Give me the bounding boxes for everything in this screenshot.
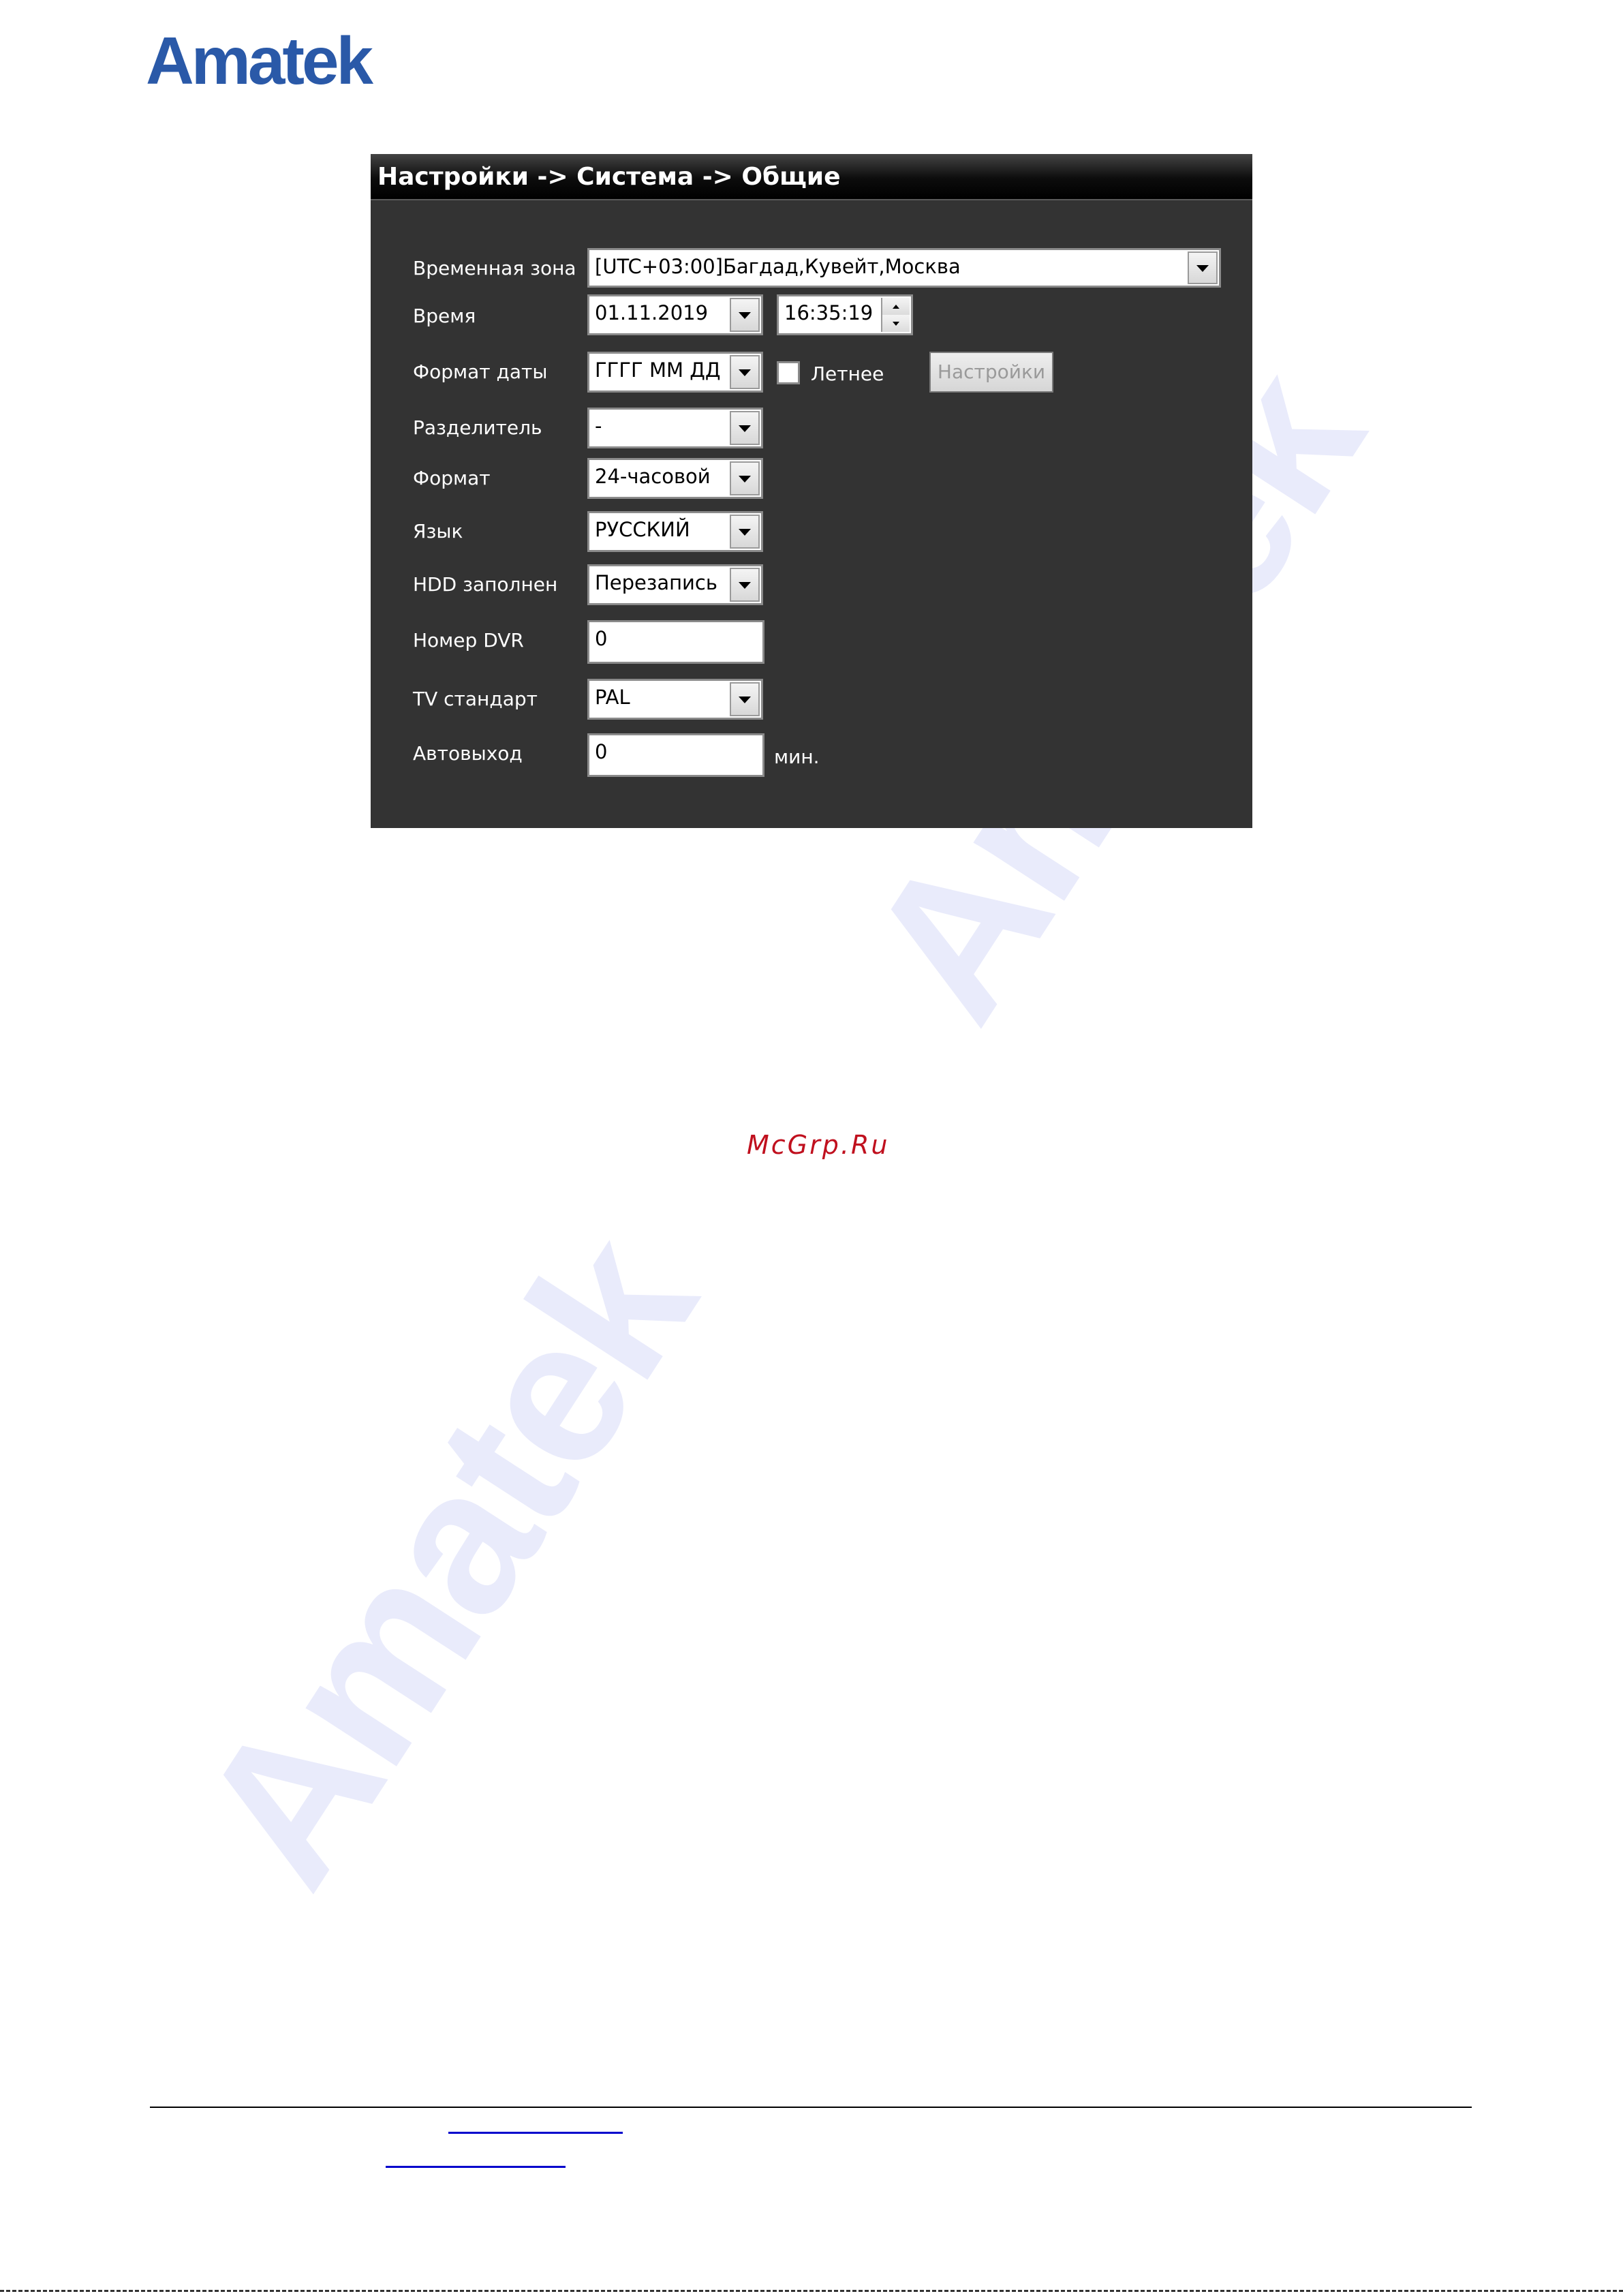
auto-logout-label: Автовыход xyxy=(413,742,523,765)
amatek-logo: Amatek xyxy=(146,23,373,98)
date-format-select[interactable]: ГГГГ ММ ДД xyxy=(587,352,763,393)
date-picker[interactable]: 01.11.2019 xyxy=(587,294,763,335)
chevron-down-icon[interactable] xyxy=(730,568,760,602)
separator-value: - xyxy=(595,414,602,438)
time-format-select[interactable]: 24-часовой xyxy=(587,458,763,499)
chevron-down-icon[interactable] xyxy=(730,682,760,716)
chevron-down-icon[interactable] xyxy=(730,411,760,445)
dst-settings-button[interactable]: Настройки xyxy=(929,352,1053,393)
time-format-value: 24-часовой xyxy=(595,465,711,488)
dvr-number-value: 0 xyxy=(595,627,608,650)
hdd-full-select[interactable]: Перезапись xyxy=(587,564,763,605)
chevron-down-icon[interactable] xyxy=(730,355,760,389)
watermark: Amatek xyxy=(155,1199,737,1923)
spin-down-icon[interactable] xyxy=(882,315,910,332)
timezone-value: [UTC+03:00]Багдад,Кувейт,Москва xyxy=(595,255,961,278)
chevron-down-icon[interactable] xyxy=(1188,251,1218,284)
footer-link-underline[interactable] xyxy=(448,2132,623,2134)
footer-link-underline[interactable] xyxy=(386,2166,566,2168)
clock-value: 16:35:19 xyxy=(784,301,874,324)
source-mark: McGrp.Ru xyxy=(747,1130,890,1160)
dst-checkbox[interactable] xyxy=(777,361,800,384)
date-format-label: Формат даты xyxy=(413,361,548,383)
language-value: РУССКИЙ xyxy=(595,518,690,541)
spinner-buttons xyxy=(881,298,910,332)
dvr-number-input[interactable]: 0 xyxy=(587,620,764,664)
tv-standard-label: TV стандарт xyxy=(413,688,538,710)
separator-select[interactable]: - xyxy=(587,408,763,448)
time-label: Время xyxy=(413,305,476,327)
hdd-full-label: HDD заполнен xyxy=(413,573,558,596)
footer-divider xyxy=(150,2107,1472,2108)
auto-logout-input[interactable]: 0 xyxy=(587,733,764,777)
date-format-value: ГГГГ ММ ДД xyxy=(595,358,721,382)
date-value: 01.11.2019 xyxy=(595,301,709,324)
tv-standard-select[interactable]: PAL xyxy=(587,679,763,720)
language-label: Язык xyxy=(413,520,463,542)
tv-standard-value: PAL xyxy=(595,686,630,709)
chevron-down-icon[interactable] xyxy=(730,515,760,549)
timezone-label: Временная зона xyxy=(413,257,576,279)
spin-up-icon[interactable] xyxy=(882,298,910,316)
auto-logout-unit: мин. xyxy=(774,746,820,768)
settings-panel: Настройки -> Система -> Общие Временная … xyxy=(371,154,1252,828)
chevron-down-icon[interactable] xyxy=(730,298,760,332)
auto-logout-value: 0 xyxy=(595,740,608,763)
hdd-full-value: Перезапись xyxy=(595,571,717,594)
time-format-label: Формат xyxy=(413,467,491,489)
panel-title: Настройки -> Система -> Общие xyxy=(371,154,1252,200)
page-edge-line xyxy=(0,2290,1623,2292)
separator-label: Разделитель xyxy=(413,416,542,439)
dvr-number-label: Номер DVR xyxy=(413,629,524,652)
dst-label: Летнее xyxy=(811,363,884,385)
language-select[interactable]: РУССКИЙ xyxy=(587,511,763,552)
time-spinner[interactable]: 16:35:19 xyxy=(777,294,913,335)
chevron-down-icon[interactable] xyxy=(730,461,760,495)
timezone-select[interactable]: [UTC+03:00]Багдад,Кувейт,Москва xyxy=(587,248,1221,288)
